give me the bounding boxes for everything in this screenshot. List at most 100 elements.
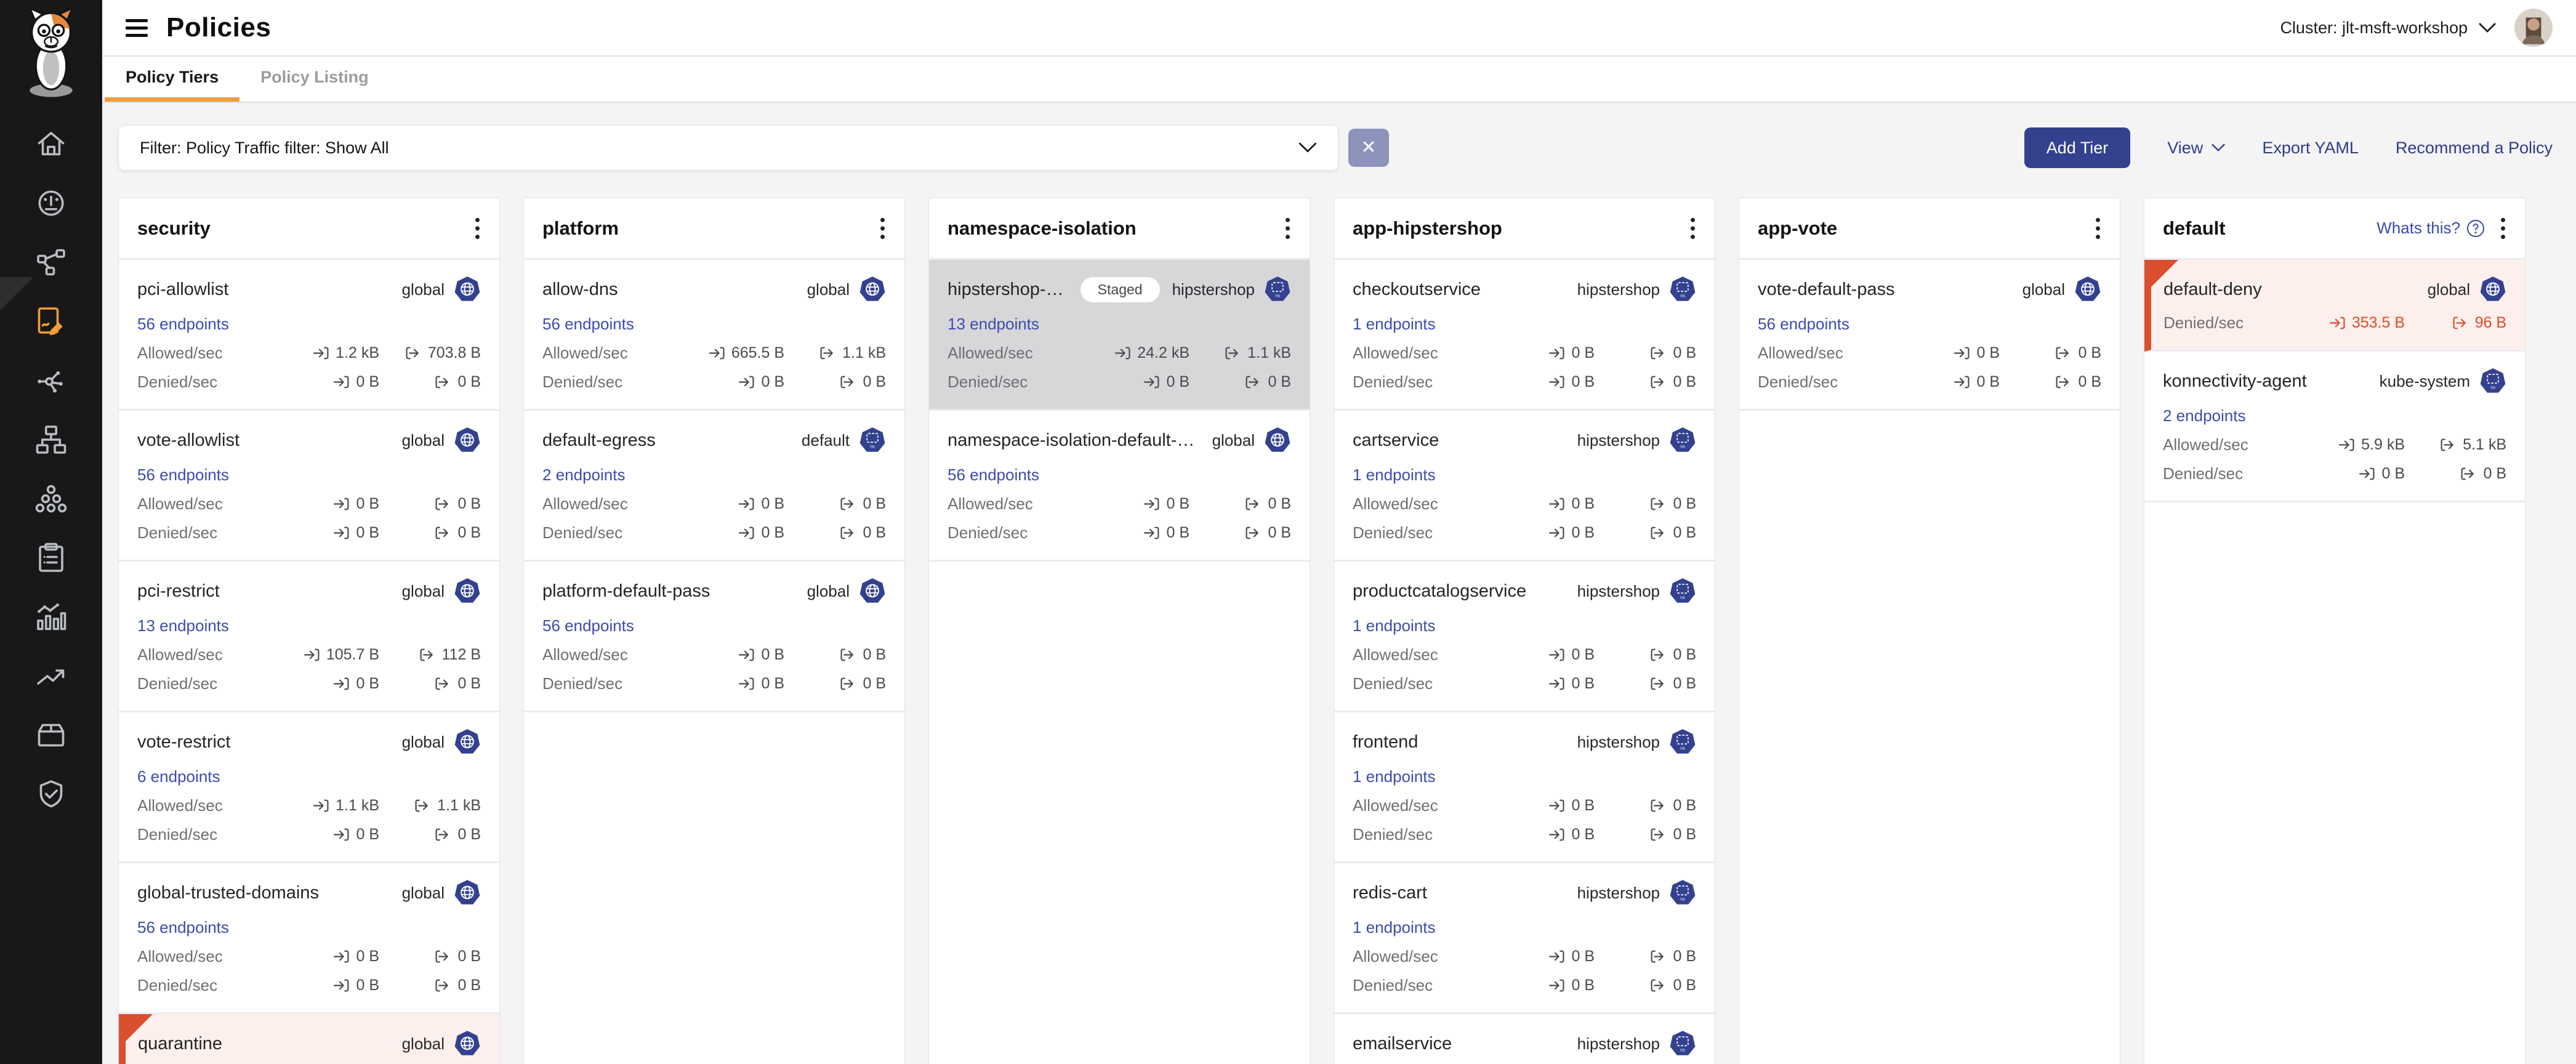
tab-policy-listing[interactable]: Policy Listing (239, 57, 390, 102)
sidebar-item-timeline[interactable] (0, 587, 102, 647)
hamburger-menu-icon[interactable] (126, 19, 148, 37)
tier-menu-button[interactable] (474, 216, 481, 241)
policy-card-vote-restrict[interactable]: vote-restrictglobal6 endpointsAllowed/se… (119, 712, 499, 863)
global-scope-icon (1264, 427, 1291, 454)
allowed-per-sec-label: Allowed/sec (1353, 947, 1438, 966)
endpoints-link[interactable]: 1 endpoints (1353, 616, 1435, 635)
sidebar-item-threat-defense[interactable] (0, 765, 102, 824)
policy-card-productcatalogservice[interactable]: productcatalogservicehipstershopns1 endp… (1334, 562, 1715, 712)
policy-name: vote-restrict (137, 732, 230, 752)
ingress-stat: 0 B (265, 373, 379, 391)
endpoints-link[interactable]: 1 endpoints (1353, 767, 1435, 786)
sidebar-item-clusters[interactable] (0, 469, 102, 528)
ingress-icon (333, 374, 350, 390)
tier-menu-button[interactable] (2095, 216, 2101, 241)
egress-stat: 0 B (398, 948, 481, 965)
endpoints-link[interactable]: 13 endpoints (137, 616, 229, 635)
sidebar-item-flow-visualizations[interactable] (0, 351, 102, 410)
endpoints-link[interactable]: 56 endpoints (137, 465, 229, 485)
endpoints-link[interactable]: 56 endpoints (948, 465, 1039, 485)
tab-policy-tiers[interactable]: Policy Tiers (105, 57, 239, 102)
tier-header: security (119, 198, 499, 260)
endpoints-link[interactable]: 56 endpoints (542, 616, 634, 635)
whats-this-link[interactable]: Whats this? (2377, 219, 2485, 238)
ingress-icon (1954, 374, 1970, 390)
policy-card-global-trusted-domains[interactable]: global-trusted-domainsglobal56 endpoints… (119, 863, 499, 1014)
global-scope-icon (454, 1030, 481, 1057)
endpoints-link[interactable]: 1 endpoints (1353, 315, 1435, 334)
egress-icon (2055, 374, 2072, 390)
endpoints-link[interactable]: 6 endpoints (137, 767, 220, 786)
policy-card-frontend[interactable]: frontendhipstershopns1 endpointsAllowed/… (1334, 712, 1715, 863)
policy-name: pci-restrict (137, 581, 220, 602)
policy-card-platform-default-pass[interactable]: platform-default-passglobal56 endpointsA… (524, 562, 904, 712)
ingress-value: 0 B (356, 495, 379, 513)
kebab-menu-icon (1689, 216, 1696, 241)
policy-card-cartservice[interactable]: cartservicehipstershopns1 endpointsAllow… (1334, 411, 1715, 562)
egress-stat: 0 B (1613, 826, 1696, 844)
calico-cat-logo (14, 5, 88, 102)
endpoints-link[interactable]: 2 endpoints (542, 465, 625, 485)
view-button[interactable]: View (2167, 139, 2225, 158)
ingress-stat: 1.2 kB (265, 344, 379, 362)
tier-menu-button[interactable] (2500, 216, 2506, 241)
policy-card-vote-default-pass[interactable]: vote-default-passglobal56 endpointsAllow… (1739, 260, 2120, 411)
endpoints-link[interactable]: 1 endpoints (1353, 465, 1435, 485)
sidebar-item-alerts-trend[interactable] (0, 647, 102, 706)
policy-name: productcatalogservice (1353, 581, 1526, 602)
egress-value: 0 B (1673, 344, 1696, 362)
policy-name: emailservice (1353, 1034, 1452, 1054)
user-avatar[interactable] (2514, 9, 2553, 47)
sidebar-item-policies[interactable] (0, 292, 102, 351)
policy-card-allow-dns[interactable]: allow-dnsglobal56 endpointsAllowed/sec66… (524, 260, 904, 411)
egress-icon (1650, 345, 1667, 361)
policy-card-redis-cart[interactable]: redis-cart hipstershop ns 1 endpoints Allowe… (1334, 863, 1715, 1014)
service-graph-icon (34, 246, 68, 279)
endpoints-link[interactable]: 56 endpoints (137, 315, 229, 334)
policy-card-quarantine[interactable]: quarantineglobal0 endpoints (119, 1014, 499, 1064)
tier-menu-button[interactable] (1284, 216, 1291, 241)
allowed-per-sec-row: Allowed/sec0 B0 B (137, 947, 481, 966)
policy-card-vote-allowlist[interactable]: vote-allowlistglobal56 endpointsAllowed/… (119, 411, 499, 562)
cluster-selector[interactable]: Cluster: jlt-msft-workshop (2280, 18, 2496, 38)
egress-icon (1650, 826, 1667, 843)
clear-filter-button[interactable]: ✕ (1348, 129, 1389, 167)
scope-label: global (402, 1034, 445, 1054)
export-yaml-button[interactable]: Export YAML (2262, 139, 2359, 158)
policy-card-hipstershop-gh[interactable]: hipstershop-gh…Stagedhipstershopns13 end… (929, 260, 1310, 411)
endpoints-link[interactable]: 56 endpoints (542, 315, 634, 334)
sidebar-item-endpoints[interactable] (0, 410, 102, 469)
svg-text:ns: ns (1680, 445, 1685, 449)
policy-traffic-filter-select[interactable]: Filter: Policy Traffic filter: Show All (118, 125, 1338, 171)
endpoints-link[interactable]: 56 endpoints (1758, 315, 1849, 334)
policy-card-default-deny[interactable]: default-denyglobalDenied/sec353.5 B96 B (2144, 260, 2525, 352)
namespace-scope-icon: ns (1669, 879, 1696, 906)
ingress-icon (1548, 977, 1565, 994)
egress-value: 0 B (457, 977, 481, 994)
policy-card-konnectivity-agent[interactable]: konnectivity-agentkube-systemns2 endpoin… (2144, 352, 2525, 502)
tier-menu-button[interactable] (1689, 216, 1696, 241)
policy-name: redis-cart (1353, 883, 1427, 903)
sidebar-item-home[interactable] (0, 115, 102, 174)
tier-menu-button[interactable] (879, 216, 886, 241)
ingress-icon (1548, 345, 1565, 361)
policy-card-pci-restrict[interactable]: pci-restrictglobal13 endpointsAllowed/se… (119, 562, 499, 712)
policy-card-emailservice[interactable]: emailservicehipstershopns1 endpointsAllo… (1334, 1014, 1715, 1064)
app-root: Policies Cluster: jlt-msft-workshop Poli… (0, 0, 2576, 1064)
egress-value: 0 B (1673, 646, 1696, 664)
policy-card-namespace-isolation-default-p[interactable]: namespace-isolation-default-p…global56 e… (929, 411, 1310, 562)
endpoints-link[interactable]: 13 endpoints (948, 315, 1039, 334)
endpoints-link[interactable]: 1 endpoints (1353, 918, 1435, 937)
add-tier-button[interactable]: Add Tier (2024, 127, 2131, 168)
endpoints-link[interactable]: 2 endpoints (2163, 406, 2245, 425)
policy-card-default-egress[interactable]: default-egressdefaultns2 endpointsAllowe… (524, 411, 904, 562)
sidebar-item-image-assurance[interactable] (0, 706, 102, 765)
sidebar-item-compliance[interactable] (0, 528, 102, 587)
policy-card-pci-allowlist[interactable]: pci-allowlistglobal56 endpointsAllowed/s… (119, 260, 499, 411)
scope-label: hipstershop (1577, 884, 1660, 903)
sidebar-item-dashboard[interactable] (0, 174, 102, 233)
policy-card-checkoutservice[interactable]: checkoutservicehipstershopns1 endpointsA… (1334, 260, 1715, 411)
endpoints-link[interactable]: 56 endpoints (137, 918, 229, 937)
scope-label: default (802, 431, 850, 450)
recommend-policy-button[interactable]: Recommend a Policy (2396, 139, 2553, 158)
